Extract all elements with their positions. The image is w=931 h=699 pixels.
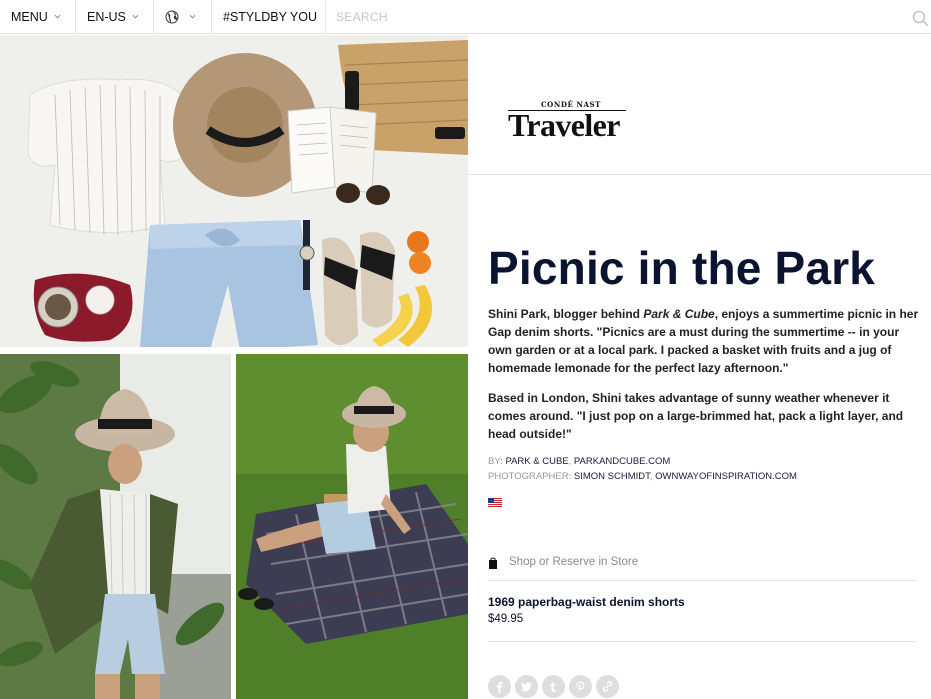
search-icon[interactable]	[912, 10, 929, 27]
photographer-credit: PHOTOGRAPHER: SIMON SCHMIDT, OWNWAYOFINS…	[488, 471, 797, 482]
region-selector[interactable]	[154, 0, 212, 34]
photographer-site-link[interactable]: OWNWAYOFINSPIRATION.COM	[655, 471, 797, 482]
author-link[interactable]: PARK & CUBE	[505, 456, 568, 467]
picnic-blanket-photo[interactable]	[236, 354, 468, 699]
link-icon[interactable]	[596, 675, 619, 698]
photographer-link[interactable]: SIMON SCHMIDT	[574, 471, 650, 482]
article-panel: CONDÉ NAST Traveler Picnic in the Park S…	[468, 35, 931, 699]
us-flag-icon	[488, 498, 502, 507]
conde-nast-traveler-logo[interactable]: CONDÉ NAST Traveler	[508, 100, 626, 143]
pinterest-icon[interactable]	[569, 675, 592, 698]
globe-icon	[165, 10, 179, 23]
shop-or-reserve-link[interactable]: Shop or Reserve in Store	[488, 556, 916, 581]
chevron-down-icon	[54, 14, 61, 19]
blog-name: Park & Cube	[643, 307, 715, 321]
facebook-icon[interactable]	[488, 675, 511, 698]
styld-label: #STYLDBY YOU	[223, 9, 318, 24]
shop-label: Shop or Reserve in Store	[509, 556, 639, 568]
article-paragraph-1: Shini Park, blogger behind Park & Cube, …	[488, 305, 920, 377]
product-name[interactable]: 1969 paperbag-waist denim shorts	[488, 595, 685, 609]
credits: BY: PARK & CUBE, PARKANDCUBE.COM PHOTOGR…	[488, 454, 797, 484]
language-label: EN-US	[87, 9, 126, 24]
photo-gallery	[0, 35, 468, 699]
product-item[interactable]: 1969 paperbag-waist denim shorts $49.95	[488, 582, 916, 642]
photographer-label: PHOTOGRAPHER:	[488, 471, 572, 482]
author-credit: BY: PARK & CUBE, PARKANDCUBE.COM	[488, 456, 671, 467]
chevron-down-icon	[189, 14, 196, 19]
flat-lay-photo[interactable]	[0, 35, 468, 347]
menu-button[interactable]: MENU	[0, 0, 76, 34]
top-navigation: MENU EN-US #STYLDBY YOU	[0, 0, 931, 34]
para1-lead: Shini Park, blogger behind	[488, 307, 644, 321]
tumblr-icon[interactable]	[542, 675, 565, 698]
standing-portrait-photo[interactable]	[0, 354, 231, 699]
twitter-icon[interactable]	[515, 675, 538, 698]
by-label: BY:	[488, 456, 503, 467]
language-selector[interactable]: EN-US	[76, 0, 154, 34]
logo-main-text: Traveler	[508, 107, 620, 143]
menu-label: MENU	[11, 9, 48, 24]
brand-header: CONDÉ NAST Traveler	[468, 35, 931, 175]
shopping-bag-icon	[489, 557, 497, 569]
article-title: Picnic in the Park	[488, 242, 876, 294]
search-input[interactable]	[336, 9, 856, 24]
search-bar	[326, 0, 931, 34]
article-paragraph-2: Based in London, Shini takes advantage o…	[488, 391, 904, 441]
chevron-down-icon	[132, 14, 139, 19]
styld-by-you-link[interactable]: #STYLDBY YOU	[212, 0, 326, 34]
author-site-link[interactable]: PARKANDCUBE.COM	[574, 456, 670, 467]
share-buttons	[488, 675, 619, 698]
product-price: $49.95	[488, 613, 524, 625]
